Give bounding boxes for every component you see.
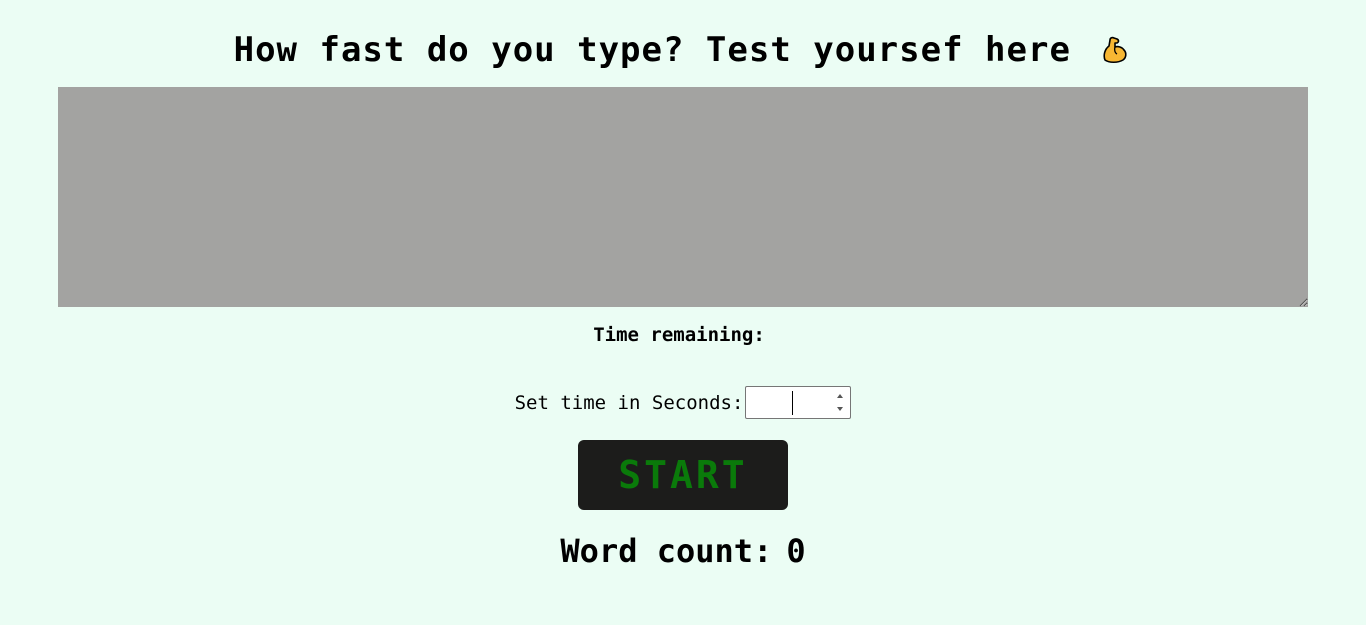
- flexed-biceps-icon: [1098, 33, 1132, 67]
- set-time-row: Set time in Seconds:: [0, 385, 1366, 420]
- page-title: How fast do you type? Test yoursef here: [0, 28, 1366, 72]
- spinner-up-icon[interactable]: [834, 390, 846, 402]
- time-remaining-label: Time remaining:: [593, 324, 765, 346]
- word-count-value: 0: [786, 532, 806, 570]
- number-spinner: [834, 390, 846, 415]
- word-count: Word count: 0: [0, 530, 1366, 572]
- time-remaining: Time remaining:: [0, 322, 1366, 348]
- typing-test-page: How fast do you type? Test yoursef here …: [0, 0, 1366, 625]
- typing-textarea[interactable]: [58, 87, 1308, 307]
- word-count-label: Word count:: [560, 532, 773, 570]
- spinner-down-icon[interactable]: [834, 403, 846, 415]
- seconds-input-wrapper: [745, 386, 852, 419]
- start-button[interactable]: START: [578, 440, 788, 510]
- text-caret: [792, 391, 794, 415]
- set-time-label: Set time in Seconds:: [514, 391, 744, 414]
- seconds-input[interactable]: [746, 387, 833, 418]
- page-title-text: How fast do you type? Test yoursef here: [233, 30, 1071, 70]
